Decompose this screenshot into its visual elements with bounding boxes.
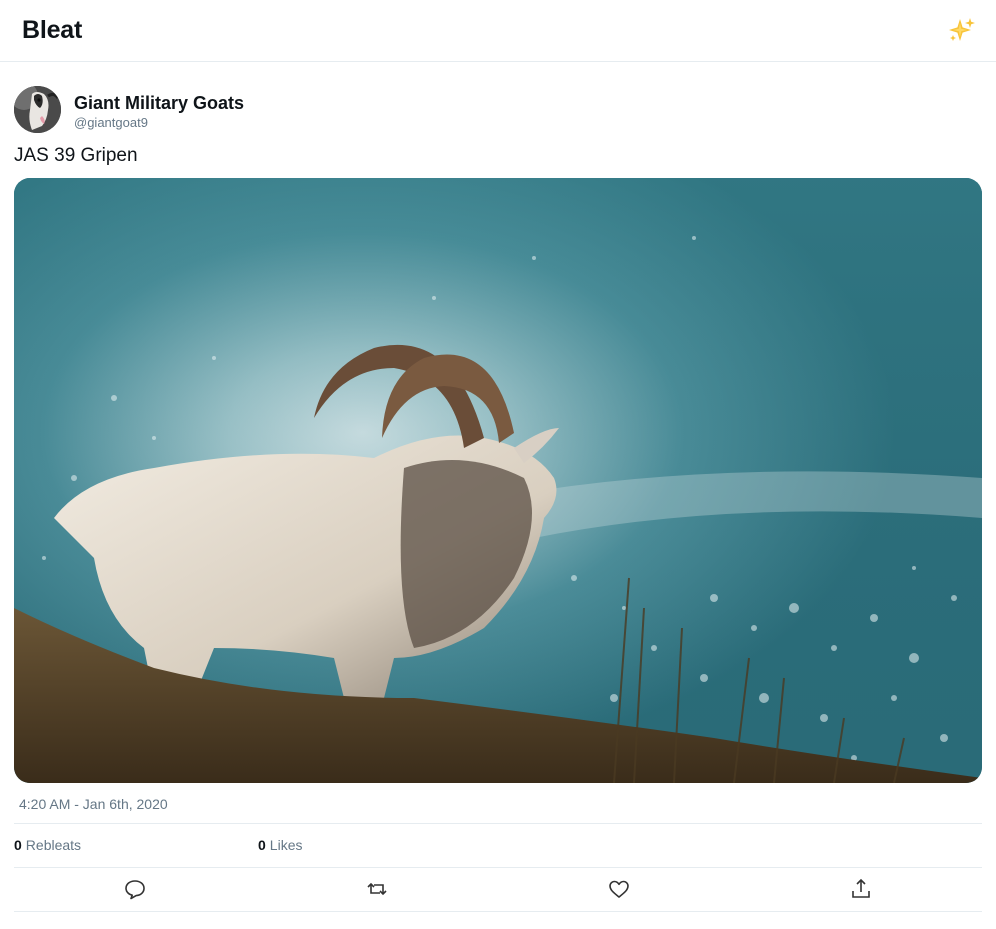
goat-avatar[interactable] (14, 86, 61, 133)
app-header: Bleat (0, 0, 996, 62)
rebleats-label: Rebleats (25, 837, 82, 853)
rebleats-count: 0 (14, 837, 22, 853)
likes-count: 0 (258, 837, 266, 853)
author-name[interactable]: Giant Military Goats (74, 93, 244, 114)
divider (14, 867, 982, 868)
goat-photo[interactable] (14, 178, 982, 783)
app-title: Bleat (22, 16, 83, 44)
rebleat-icon[interactable] (364, 876, 390, 902)
sparkles-icon[interactable] (946, 16, 976, 46)
author-handle[interactable]: @giantgoat9 (74, 115, 148, 130)
likes-stat[interactable]: 0 Likes (258, 837, 302, 853)
share-icon[interactable] (848, 876, 874, 902)
divider (14, 823, 982, 824)
likes-label: Likes (269, 837, 303, 853)
rebleats-stat[interactable]: 0 Rebleats (14, 837, 81, 853)
divider (14, 911, 982, 912)
like-icon[interactable] (606, 876, 632, 902)
reply-icon[interactable] (122, 876, 148, 902)
tweet-text: JAS 39 Gripen (14, 145, 138, 166)
tweet-timestamp: 4:20 AM - Jan 6th, 2020 (19, 796, 168, 812)
